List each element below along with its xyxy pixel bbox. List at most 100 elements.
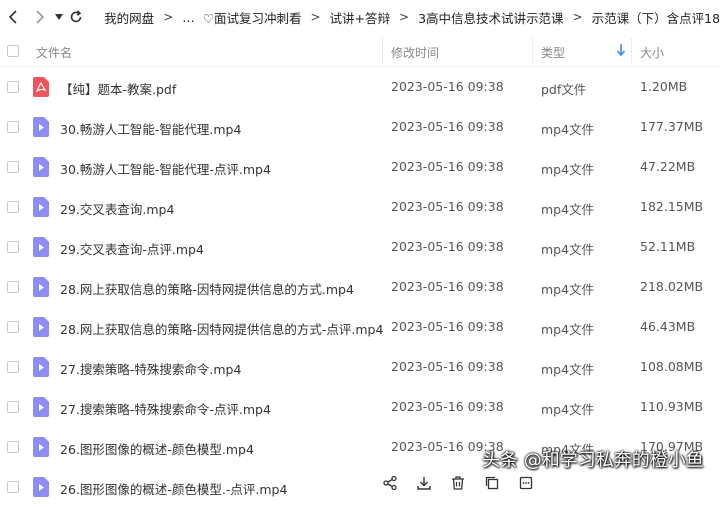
breadcrumb-item-folder[interactable]: 3高中信息技术试讲示范课	[418, 8, 563, 27]
video-file-icon	[33, 157, 49, 177]
file-modified-time: 2023-05-16 09:38	[391, 359, 504, 374]
file-type: mp4文件	[541, 202, 595, 217]
video-file-icon	[33, 477, 49, 497]
file-size: 182.15MB	[640, 199, 704, 214]
history-dropdown-button[interactable]	[53, 5, 65, 29]
file-type: mp4文件	[541, 362, 595, 377]
file-name: 26.图形图像的概述-颜色模型.-点评.mp4	[60, 482, 288, 497]
row-checkbox[interactable]	[7, 201, 19, 213]
file-name: 26.图形图像的概述-颜色模型.mp4	[60, 442, 254, 457]
file-name: 28.网上获取信息的策略-因特网提供信息的方式.mp4	[60, 282, 354, 297]
file-type: mp4文件	[541, 282, 595, 297]
table-row[interactable]: 30.畅游人工智能-智能代理-点评.mp4 2023-05-16 09:38 mp4…	[0, 147, 720, 187]
breadcrumb-item-current[interactable]: 示范课（下）含点评18	[592, 8, 720, 27]
file-modified-time: 2023-05-16 09:38	[391, 79, 504, 94]
breadcrumb-separator: >	[163, 10, 174, 24]
column-divider[interactable]	[382, 38, 383, 64]
column-divider[interactable]	[631, 38, 632, 64]
row-checkbox[interactable]	[7, 241, 19, 253]
file-size: 46.43MB	[640, 319, 696, 334]
file-type: mp4文件	[541, 242, 595, 257]
watermark-text: 头条 @和学习私奔的橙小鱼	[482, 450, 704, 471]
video-file-icon	[33, 197, 49, 217]
file-name: 【纯】题本-教案.pdf	[60, 82, 177, 97]
row-checkbox[interactable]	[7, 361, 19, 373]
refresh-icon	[70, 10, 82, 23]
video-file-icon	[33, 357, 49, 377]
file-name: 29.交叉表查询.mp4	[60, 202, 175, 217]
breadcrumb-separator: >	[310, 10, 321, 24]
file-modified-time: 2023-05-16 09:38	[391, 239, 504, 254]
file-size: 1.20MB	[640, 79, 688, 94]
table-row[interactable]: 27.搜索策略-特殊搜索命令-点评.mp4 2023-05-16 09:38 mp4…	[0, 387, 720, 427]
row-checkbox[interactable]	[7, 321, 19, 333]
forward-button[interactable]	[30, 5, 48, 29]
table-row[interactable]: 29.交叉表查询.mp4 2023-05-16 09:38 mp4文件 182.15M…	[0, 187, 720, 227]
file-name: 27.搜索策略-特殊搜索命令-点评.mp4	[60, 402, 271, 417]
file-modified-time: 2023-05-16 09:38	[391, 319, 504, 334]
table-row[interactable]: 26.图形图像的概述-颜色模型.-点评.mp4	[0, 467, 720, 507]
video-file-icon	[33, 277, 49, 297]
video-file-icon	[33, 397, 49, 417]
file-size: 110.93MB	[640, 399, 704, 414]
share-icon[interactable]	[380, 473, 400, 493]
video-file-icon	[33, 437, 49, 457]
file-modified-time: 2023-05-16 09:38	[391, 399, 504, 414]
table-row[interactable]: 30.畅游人工智能-智能代理.mp4 2023-05-16 09:38 mp4文件 1…	[0, 107, 720, 147]
select-all-checkbox[interactable]	[7, 45, 19, 57]
file-name: 27.搜索策略-特殊搜索命令.mp4	[60, 362, 242, 377]
file-modified-time: 2023-05-16 09:38	[391, 199, 504, 214]
chevron-left-icon	[9, 10, 17, 24]
breadcrumb-separator: >	[572, 10, 583, 24]
table-row[interactable]: 【纯】题本-教案.pdf 2023-05-16 09:38 pdf文件 1.20MB	[0, 67, 720, 107]
file-name: 28.网上获取信息的策略-因特网提供信息的方式-点评.mp4	[60, 322, 384, 337]
pdf-file-icon	[33, 77, 49, 97]
file-name: 30.畅游人工智能-智能代理.mp4	[60, 122, 242, 137]
refresh-button[interactable]	[67, 5, 84, 29]
breadcrumb-item-root[interactable]: 我的网盘	[104, 8, 154, 27]
file-modified-time: 2023-05-16 09:38	[391, 159, 504, 174]
breadcrumb: 我的网盘 > … ♡面试复习冲刺看 > 试讲+答辩 > 3高中信息技术试讲示范课…	[104, 8, 720, 27]
file-size: 108.08MB	[640, 359, 704, 374]
file-name: 30.畅游人工智能-智能代理-点评.mp4	[60, 162, 271, 177]
caret-down-icon	[55, 14, 64, 20]
copy-icon[interactable]	[482, 473, 502, 493]
download-icon[interactable]	[414, 473, 434, 493]
row-checkbox[interactable]	[7, 281, 19, 293]
file-type: mp4文件	[541, 402, 595, 417]
column-header-time[interactable]: 修改时间	[391, 44, 439, 61]
back-button[interactable]	[4, 5, 22, 29]
video-file-icon	[33, 237, 49, 257]
video-file-icon	[33, 317, 49, 337]
table-row[interactable]: 27.搜索策略-特殊搜索命令.mp4 2023-05-16 09:38 mp4文件 1…	[0, 347, 720, 387]
breadcrumb-item-ellipsis[interactable]: …	[182, 10, 195, 25]
file-type: mp4文件	[541, 322, 595, 337]
more-icon[interactable]	[516, 473, 536, 493]
breadcrumb-item-folder[interactable]: ♡面试复习冲刺看	[203, 8, 302, 27]
file-type: mp4文件	[541, 162, 595, 177]
delete-icon[interactable]	[448, 473, 468, 493]
column-header-name[interactable]: 文件名	[36, 44, 72, 61]
sort-down-arrow-icon[interactable]	[616, 43, 626, 60]
breadcrumb-separator: >	[399, 10, 410, 24]
row-checkbox[interactable]	[7, 121, 19, 133]
table-row[interactable]: 28.网上获取信息的策略-因特网提供信息的方式-点评.mp4 2023-05-16…	[0, 307, 720, 347]
row-checkbox[interactable]	[7, 441, 19, 453]
table-row[interactable]: 28.网上获取信息的策略-因特网提供信息的方式.mp4 2023-05-16 09…	[0, 267, 720, 307]
file-size: 218.02MB	[640, 279, 704, 294]
table-row[interactable]: 29.交叉表查询-点评.mp4 2023-05-16 09:38 mp4文件 52.1…	[0, 227, 720, 267]
file-name: 29.交叉表查询-点评.mp4	[60, 242, 204, 257]
row-checkbox[interactable]	[7, 161, 19, 173]
bottom-toolbar	[380, 468, 536, 498]
breadcrumb-item-folder[interactable]: 试讲+答辩	[330, 8, 390, 27]
file-modified-time: 2023-05-16 09:38	[391, 119, 504, 134]
column-header-size[interactable]: 大小	[640, 44, 664, 61]
file-type: pdf文件	[541, 82, 587, 97]
row-checkbox[interactable]	[7, 481, 19, 493]
row-checkbox[interactable]	[7, 401, 19, 413]
column-header-type[interactable]: 类型	[541, 44, 565, 61]
file-size: 47.22MB	[640, 159, 696, 174]
column-divider[interactable]	[532, 38, 533, 64]
video-file-icon	[33, 117, 49, 137]
row-checkbox[interactable]	[7, 81, 19, 93]
